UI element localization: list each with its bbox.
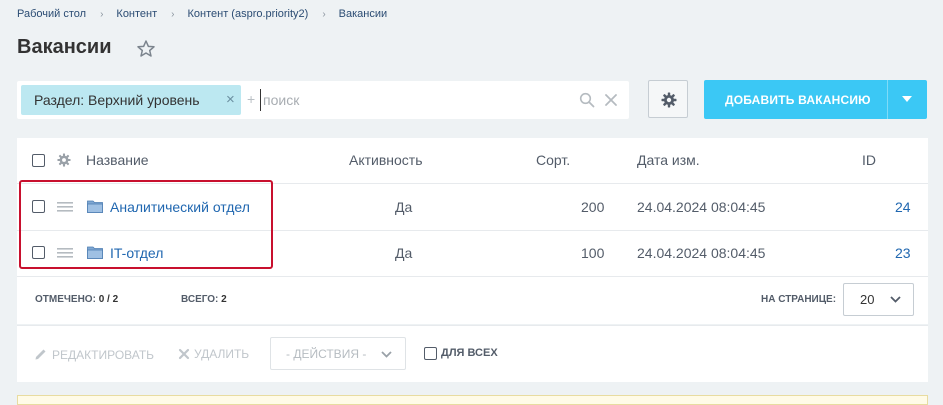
column-header-sort[interactable]: Сорт. — [536, 152, 570, 168]
drag-handle-icon[interactable] — [57, 202, 73, 212]
per-page-value: 20 — [860, 292, 875, 307]
column-header-name[interactable]: Название — [86, 152, 149, 168]
gear-icon — [661, 92, 677, 108]
pencil-icon — [35, 349, 46, 360]
selected-count-value: 0 / 2 — [98, 294, 119, 305]
search-input[interactable] — [260, 89, 565, 111]
for-all-label: ДЛЯ ВСЕХ — [441, 347, 498, 359]
favorite-star-icon[interactable] — [136, 39, 156, 59]
filter-chip-section[interactable]: Раздел: Верхний уровень × — [21, 85, 241, 115]
breadcrumb-separator: › — [171, 8, 175, 20]
notice-strip — [17, 395, 928, 405]
per-page-label: НА СТРАНИЦЕ: — [761, 294, 837, 305]
delete-button-label: УДАЛИТЬ — [194, 347, 250, 361]
total-count-label: ВСЕГО: — [181, 294, 219, 305]
grid-footer: ОТМЕЧЕНО: 0 / 2 ВСЕГО: 2 НА СТРАНИЦЕ: 20 — [17, 276, 928, 324]
column-settings-gear-icon[interactable] — [57, 153, 71, 167]
row-date: 24.04.2024 08:04:45 — [637, 199, 766, 215]
drag-handle-icon[interactable] — [57, 248, 73, 258]
add-vacancy-label: ДОБАВИТЬ ВАКАНСИЮ — [725, 93, 871, 107]
grid-settings-button[interactable] — [648, 80, 688, 118]
filter-search-bar[interactable]: Раздел: Верхний уровень × + — [17, 81, 629, 119]
column-header-date[interactable]: Дата изм. — [637, 152, 700, 168]
row-id-link[interactable]: 23 — [895, 245, 911, 261]
add-options-dropdown[interactable] — [887, 80, 927, 119]
add-filter-plus[interactable]: + — [247, 91, 255, 107]
search-icon[interactable] — [579, 92, 595, 108]
row-active: Да — [395, 245, 413, 261]
actions-select-value: - ДЕЙСТВИЯ - — [286, 347, 367, 361]
breadcrumb-item-vacancies[interactable]: Вакансии — [339, 8, 388, 20]
total-count: ВСЕГО: 2 — [181, 294, 227, 305]
row-sort: 100 — [581, 245, 605, 261]
per-page-select[interactable]: 20 — [843, 283, 914, 316]
close-icon — [178, 348, 190, 360]
actions-select[interactable]: - ДЕЙСТВИЯ - — [270, 337, 406, 370]
breadcrumb-separator: › — [100, 8, 104, 20]
caret-down-icon — [902, 96, 912, 102]
row-name-link[interactable]: IT-отдел — [110, 245, 163, 261]
row-sort: 200 — [581, 199, 605, 215]
chip-close-icon[interactable]: × — [226, 91, 235, 108]
selected-count-label: ОТМЕЧЕНО: — [35, 294, 96, 305]
row-checkbox[interactable] — [32, 246, 45, 259]
chevron-down-icon — [381, 351, 392, 358]
selected-count: ОТМЕЧЕНО: 0 / 2 — [35, 294, 118, 305]
folder-icon — [87, 200, 103, 213]
breadcrumb: Рабочий стол › Контент › Контент (aspro.… — [17, 8, 387, 20]
row-active: Да — [395, 199, 413, 215]
row-date: 24.04.2024 08:04:45 — [637, 245, 766, 261]
row-checkbox[interactable] — [32, 200, 45, 213]
add-vacancy-button[interactable]: ДОБАВИТЬ ВАКАНСИЮ — [704, 80, 927, 119]
edit-button-label: РЕДАКТИРОВАТЬ — [52, 348, 155, 362]
row-id-link[interactable]: 24 — [895, 199, 911, 215]
column-header-active[interactable]: Активность — [349, 152, 423, 168]
column-header-id[interactable]: ID — [862, 152, 876, 168]
edit-button[interactable]: РЕДАКТИРОВАТЬ — [34, 347, 154, 362]
page-title: Вакансии — [17, 36, 112, 58]
breadcrumb-item-desktop[interactable]: Рабочий стол — [17, 8, 86, 20]
table-row[interactable]: IT-отдел Да 100 24.04.2024 08:04:45 23 — [17, 230, 928, 277]
folder-icon — [87, 246, 103, 259]
row-name-link[interactable]: Аналитический отдел — [110, 199, 250, 215]
action-panel: РЕДАКТИРОВАТЬ УДАЛИТЬ - ДЕЙСТВИЯ - ДЛЯ В… — [17, 325, 928, 382]
vacancies-grid: Название Активность Сорт. Дата изм. ID А… — [17, 138, 928, 324]
table-row[interactable]: Аналитический отдел Да 200 24.04.2024 08… — [17, 184, 928, 231]
breadcrumb-item-content[interactable]: Контент — [116, 8, 157, 20]
filter-chip-label: Раздел: Верхний уровень — [34, 92, 200, 108]
clear-search-icon[interactable] — [603, 92, 619, 108]
breadcrumb-item-content-aspro[interactable]: Контент (aspro.priority2) — [188, 8, 309, 20]
total-count-value: 2 — [221, 294, 227, 305]
select-all-checkbox[interactable] — [32, 154, 45, 167]
delete-button[interactable]: УДАЛИТЬ — [178, 347, 249, 361]
breadcrumb-separator: › — [322, 8, 326, 20]
grid-header: Название Активность Сорт. Дата изм. ID — [17, 138, 928, 184]
for-all-checkbox[interactable] — [424, 347, 437, 360]
chevron-down-icon — [890, 296, 901, 303]
